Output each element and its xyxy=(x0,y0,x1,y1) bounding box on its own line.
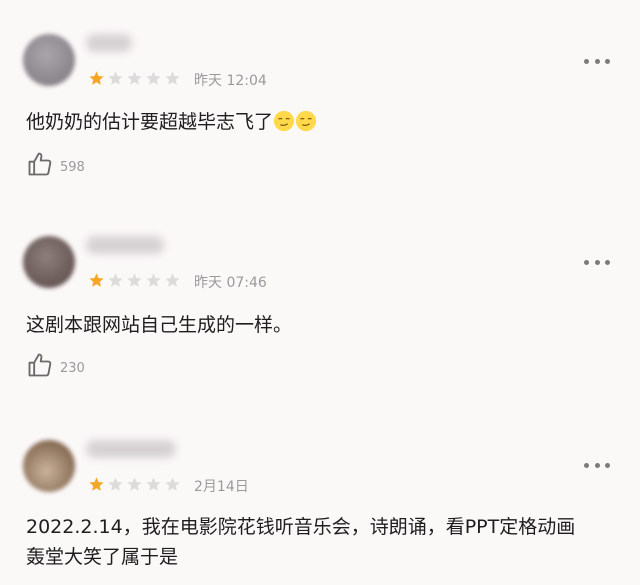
more-options-icon[interactable] xyxy=(584,461,610,469)
rating-stars xyxy=(88,476,181,494)
comment-text: 2022.2.14，我在电影院花钱听音乐会，诗朗诵，看PPT定格动画 轰堂大笑了… xyxy=(26,516,576,568)
star-empty-icon xyxy=(165,477,180,491)
username-blurred[interactable] xyxy=(86,440,176,458)
star-empty-icon xyxy=(108,477,123,491)
avatar[interactable] xyxy=(23,440,75,492)
comment-3: 2月14日 2022.2.14，我在电影院花钱听音乐会，诗朗诵，看PPT定格动画… xyxy=(0,0,640,585)
star-empty-icon xyxy=(146,477,161,491)
comment-time: 2月14日 xyxy=(194,479,249,495)
star-filled-icon xyxy=(89,477,104,491)
star-empty-icon xyxy=(127,477,142,491)
